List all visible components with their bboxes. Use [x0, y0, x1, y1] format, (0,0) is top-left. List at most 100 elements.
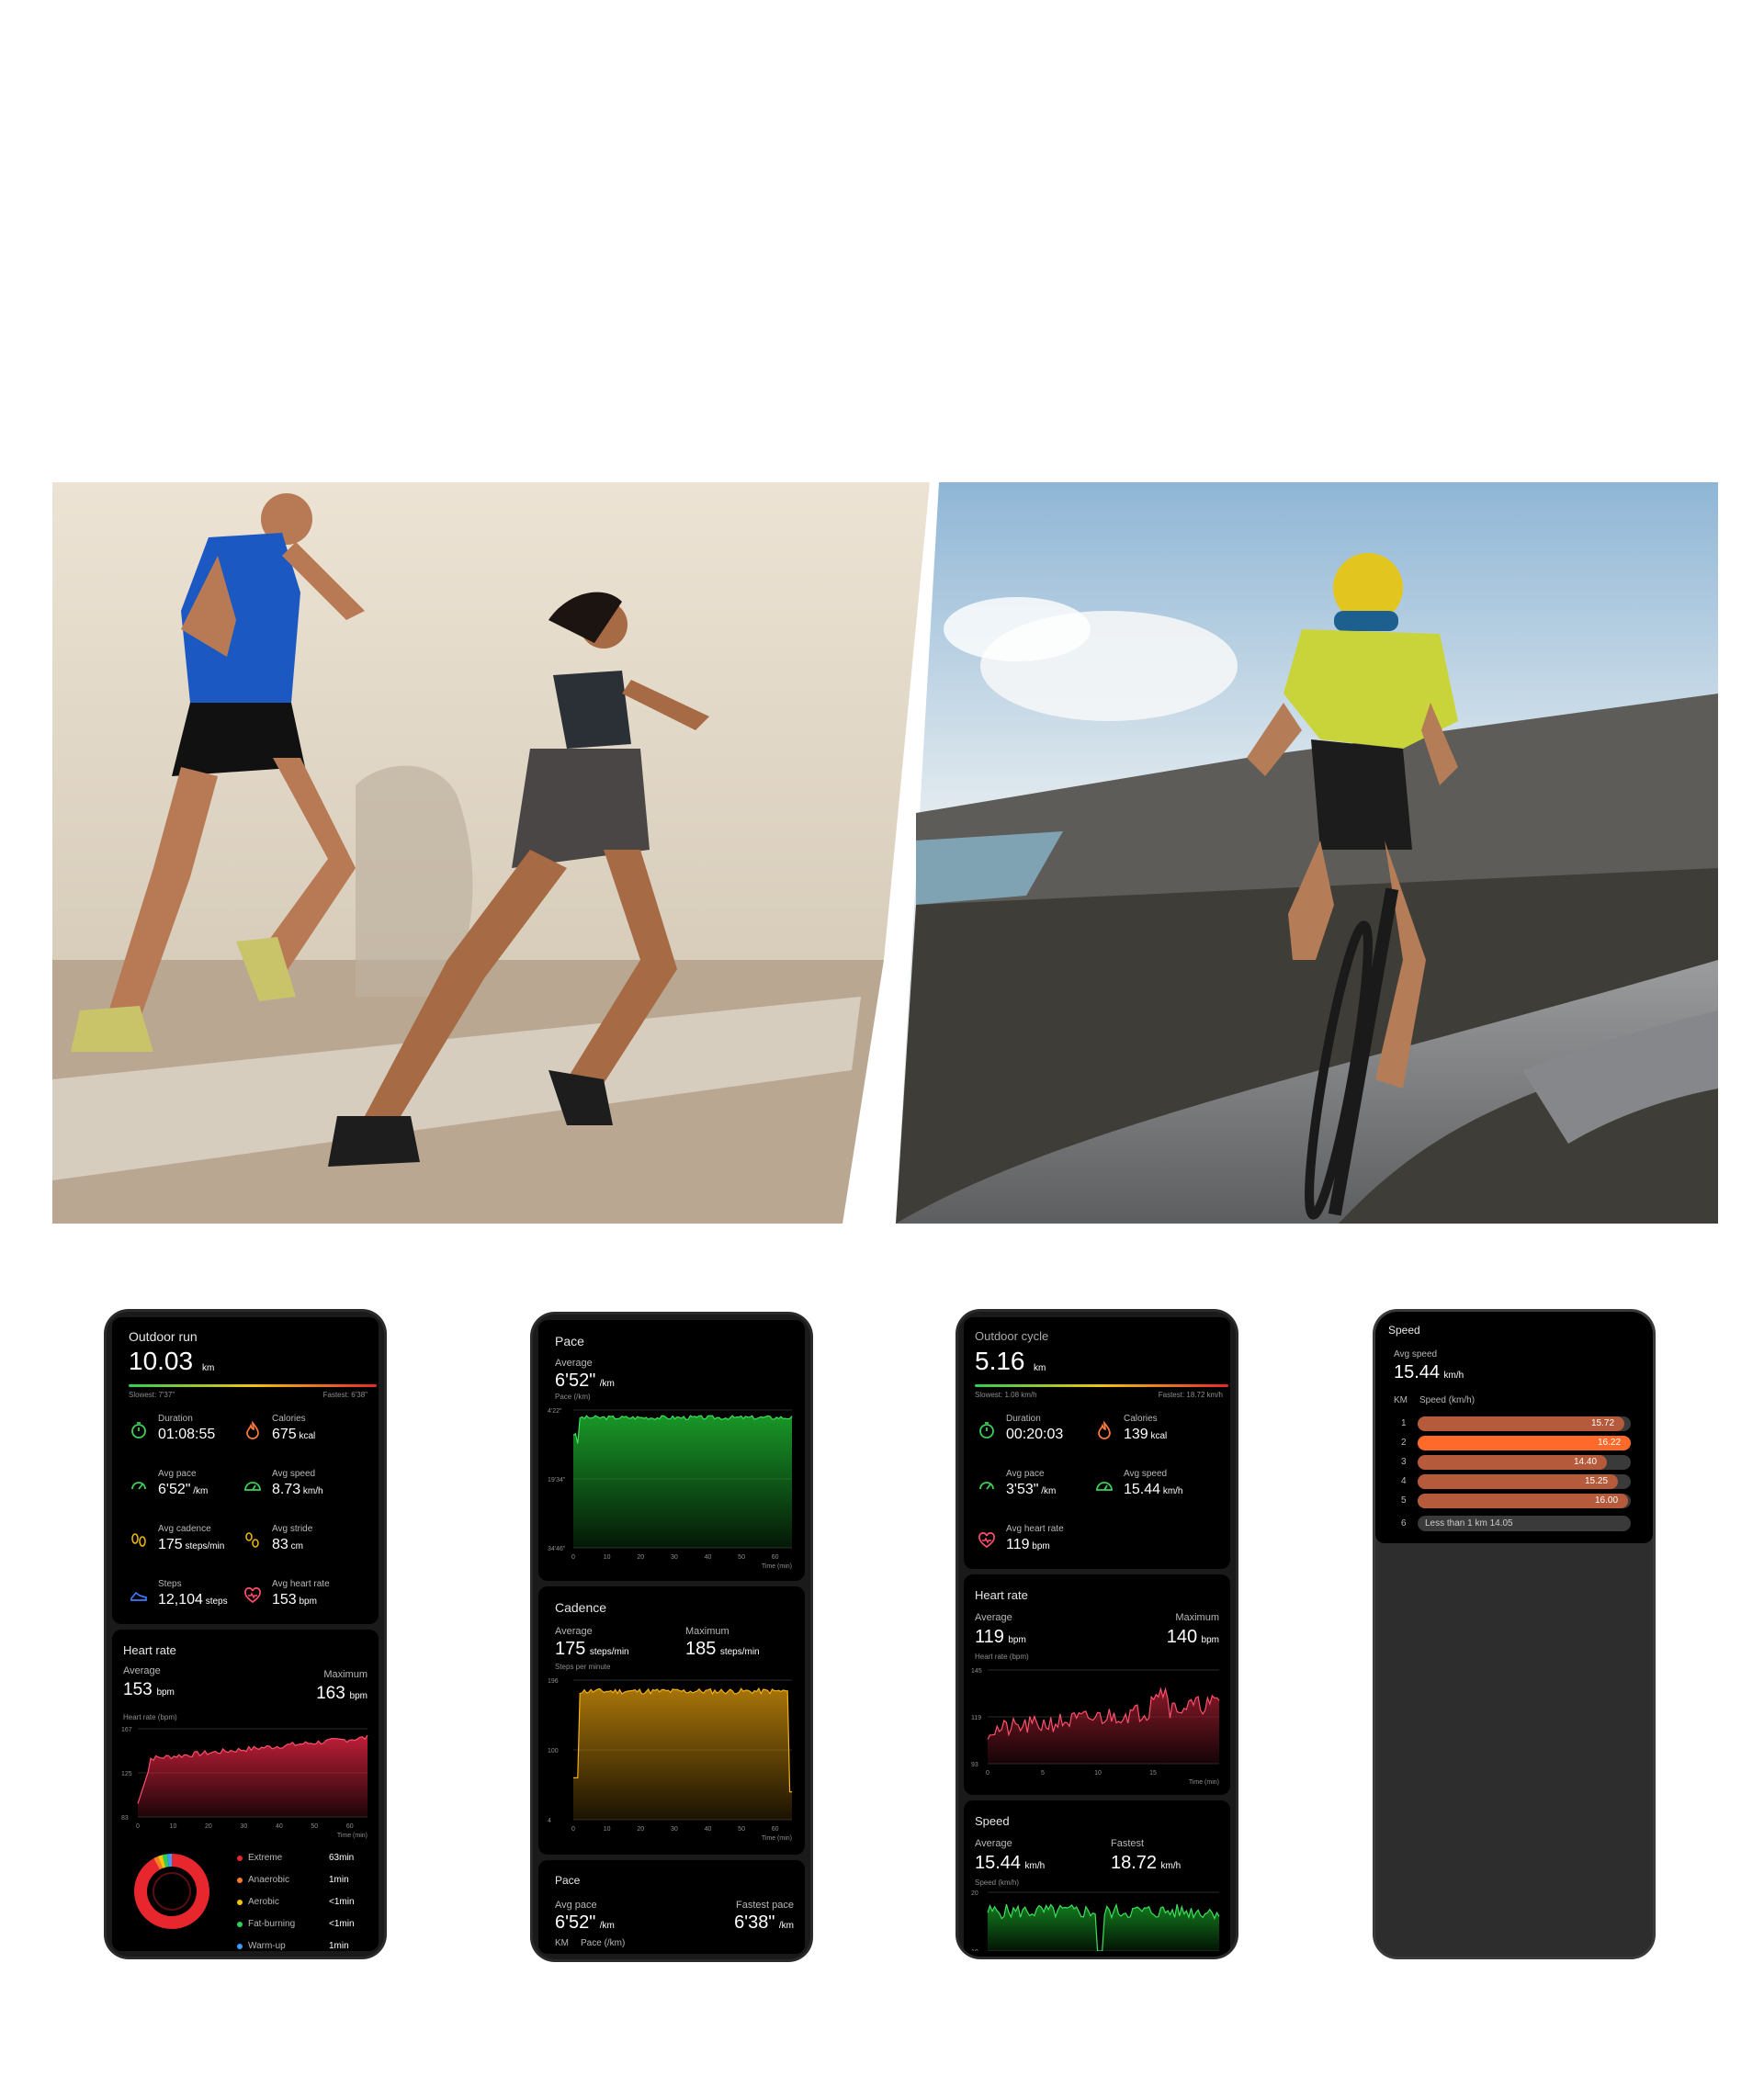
x-tick-label: 60: [346, 1823, 354, 1830]
cycle-heart-max-number: 140: [1166, 1627, 1198, 1647]
cycle-speed-fast-value: 18.72 km/h: [1111, 1854, 1181, 1872]
x-tick-label: 50: [311, 1823, 318, 1830]
stat-unit: km/h: [1160, 1486, 1183, 1496]
y-tick-label: 20: [971, 1890, 978, 1897]
run-stat-value: 675 kcal: [272, 1427, 315, 1442]
zone-duration: 1min: [329, 1875, 349, 1885]
cadence-max-label: Maximum: [685, 1626, 729, 1637]
x-tick-label: 10: [604, 1826, 611, 1833]
cycle-speed-axis-title: Speed (km/h): [975, 1879, 1020, 1887]
cycle-heart-max-value: 140 bpm: [1167, 1628, 1219, 1646]
cycle-fastest-label: Fastest: 18.72 km/h: [1158, 1391, 1223, 1399]
series-area: [573, 1688, 792, 1820]
cadence-avg-number: 175: [555, 1639, 586, 1659]
cycle-stat-value: 139 kcal: [1124, 1427, 1167, 1442]
cycle-speed-title: Speed: [975, 1814, 1010, 1828]
cyclist-photo: [896, 482, 1718, 1224]
shoe-icon: [130, 1591, 147, 1601]
phone-run-pace: Pace Average 6'52" /km Pace (/km) 4'22" 1…: [533, 1314, 810, 1959]
y-tick-label: 19'34": [548, 1477, 566, 1484]
x-axis-unit: Time (min): [337, 1833, 368, 1839]
y-tick-label: 125: [121, 1771, 132, 1777]
stat-unit: steps/min: [182, 1541, 225, 1551]
stat-unit: km/h: [300, 1486, 323, 1496]
cycle-stat-value: 119 bpm: [1006, 1538, 1050, 1552]
x-tick-label: 10: [604, 1554, 611, 1561]
run-stat-value: 175 steps/min: [158, 1538, 224, 1552]
fastest-pace-value: 6'38" /km: [734, 1913, 794, 1932]
x-tick-label: 30: [671, 1826, 678, 1833]
cadence-title: Cadence: [555, 1600, 607, 1615]
hero-illustration: [52, 482, 1718, 1224]
stat-number: 139: [1124, 1427, 1148, 1442]
run-stat-label: Avg speed: [272, 1469, 316, 1479]
cycle-distance-value: 5.16: [975, 1347, 1025, 1375]
y-tick-label: 10: [971, 1949, 978, 1951]
split-km: 1: [1401, 1418, 1407, 1428]
cycle-stat-label: Calories: [1124, 1414, 1158, 1424]
speedometer-icon: [131, 1482, 146, 1490]
run-stat-value: 83 cm: [272, 1538, 303, 1552]
stat-unit: steps: [202, 1596, 228, 1607]
speed-title: Speed: [1388, 1324, 1420, 1337]
avg-pace-number: 6'52": [555, 1912, 596, 1933]
distance-value: 10.03: [129, 1347, 194, 1375]
stat-unit: bpm: [1029, 1541, 1050, 1551]
x-axis-unit: Time (min): [762, 1563, 792, 1570]
heart-rate-title: Heart rate: [123, 1643, 176, 1657]
cadence-avg-unit: steps/min: [589, 1647, 629, 1657]
cadence-avg-label: Average: [555, 1626, 593, 1637]
flame-icon: [1098, 1420, 1111, 1439]
cycle-heart-axis-title: Heart rate (bpm): [975, 1653, 1029, 1661]
zone-duration: <1min: [329, 1919, 355, 1929]
pace-col-km: KM: [555, 1938, 569, 1948]
run-stat-label: Avg heart rate: [272, 1579, 330, 1589]
x-tick-label: 60: [772, 1826, 779, 1833]
run-stat-value: 01:08:55: [158, 1427, 215, 1442]
heart-avg-value: 153 bpm: [123, 1681, 175, 1698]
x-tick-label: 0: [571, 1554, 575, 1561]
avg-pace-label: Avg pace: [555, 1900, 597, 1911]
y-tick-label: 167: [121, 1727, 132, 1733]
distance-unit: km: [202, 1363, 215, 1373]
last-km-number: 6: [1401, 1518, 1407, 1529]
split-speed-label: 14.40: [1574, 1457, 1598, 1467]
cycle-stat-value: 15.44 km/h: [1124, 1483, 1183, 1497]
stat-number: 83: [272, 1537, 288, 1552]
heart-pulse-icon: [244, 1587, 261, 1604]
x-tick-label: 50: [738, 1554, 745, 1561]
y-tick-label: 4'22": [548, 1408, 562, 1415]
split-km: 5: [1401, 1495, 1407, 1506]
hero-photo-collage: [52, 482, 1718, 1224]
avg-speed-value: 15.44 km/h: [1394, 1363, 1464, 1382]
split-km: 4: [1401, 1476, 1407, 1486]
cycle-heart-max-label: Maximum: [1175, 1612, 1219, 1623]
cadence-max-unit: steps/min: [719, 1647, 760, 1657]
splits-col-km: KM: [1394, 1395, 1408, 1405]
y-tick-label: 100: [548, 1748, 559, 1754]
zone-dot: [237, 1944, 243, 1949]
run-summary-card: Outdoor run 10.03 km Slowest: 7'37" Fast…: [112, 1317, 379, 1624]
stat-unit: bpm: [296, 1596, 317, 1607]
stat-number: 12,104: [158, 1592, 203, 1608]
stopwatch-icon: [979, 1422, 994, 1439]
stat-unit: /km: [1038, 1486, 1057, 1496]
x-tick-label: 15: [1149, 1770, 1157, 1777]
stat-unit: kcal: [1148, 1431, 1168, 1441]
x-axis-unit: Time (min): [762, 1835, 792, 1842]
y-tick-label: 196: [548, 1678, 559, 1685]
split-speed-label: 15.25: [1585, 1476, 1609, 1486]
cycle-speed-card: Speed Average 15.44 km/h Fastest 18.72 k…: [964, 1800, 1230, 1957]
run-stat-label: Duration: [158, 1414, 193, 1424]
pace-avg-unit: /km: [599, 1379, 615, 1389]
zone-duration: 1min: [329, 1941, 349, 1951]
run-stat-label: Calories: [272, 1414, 306, 1424]
cycle-heart-rate-card: Heart rate Average 119 bpm Maximum 140 b…: [964, 1574, 1230, 1795]
avg-pace-unit: /km: [599, 1921, 615, 1931]
zone-slice: [157, 1855, 166, 1868]
fastest-label: Fastest: 6'38": [322, 1391, 368, 1399]
pace-split-card: Pace Avg pace 6'52" /km Fastest pace 6'3…: [538, 1860, 805, 1954]
run-stat-label: Avg pace: [158, 1469, 197, 1479]
stat-number: 153: [272, 1592, 297, 1608]
cycle-speed-fast-unit: km/h: [1160, 1861, 1182, 1871]
